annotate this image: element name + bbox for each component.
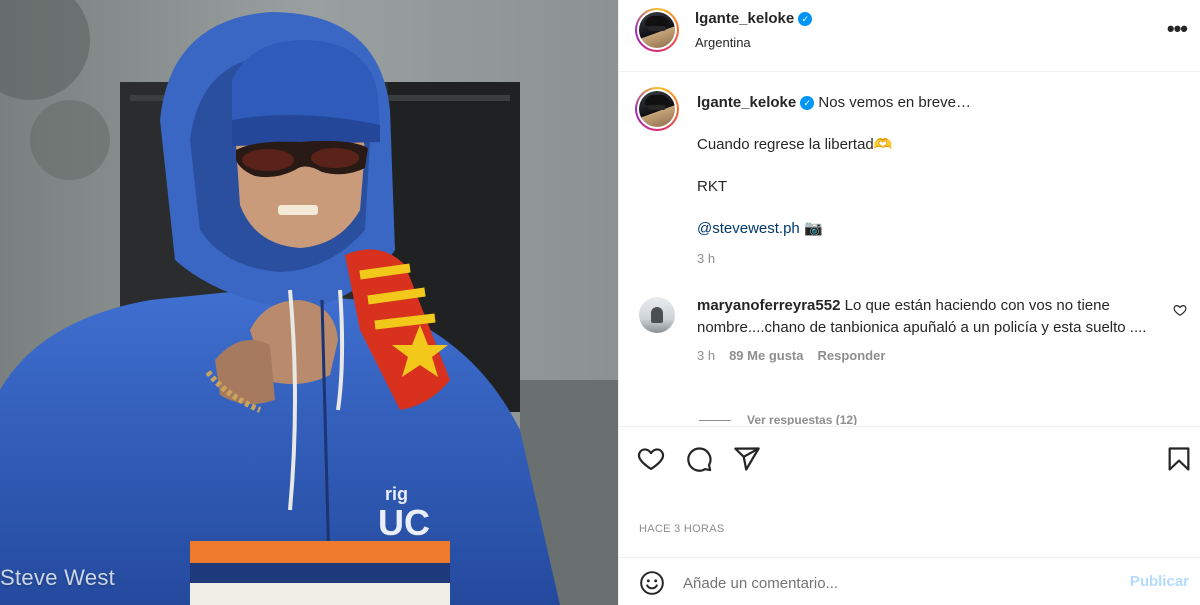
caption-time[interactable]: 3 h (697, 249, 1177, 269)
photo-illustration: rig UC (0, 0, 618, 605)
caption-line-4: @stevewest.ph 📷 (697, 219, 1177, 239)
view-replies-button[interactable]: Ver respuestas (12) (699, 413, 857, 425)
view-replies-label: Ver respuestas (12) (747, 413, 858, 425)
emoji-icon[interactable] (639, 570, 665, 601)
caption-line-3: RKT (697, 178, 727, 195)
verified-badge-icon: ✓ (798, 12, 813, 26)
comment-body: maryanoferreyra552 Lo que están haciendo… (697, 295, 1173, 367)
post-comment-button[interactable]: Publicar (1130, 573, 1189, 590)
photo-watermark: Steve West (0, 565, 116, 590)
post-location[interactable]: Argentina (695, 35, 751, 50)
post-side-panel: lgante_keloke ✓ Argentina ••• lgante_kelo… (618, 0, 1200, 605)
author-username[interactable]: lgante_keloke (695, 10, 794, 27)
caption-avatar[interactable] (635, 87, 679, 131)
commenter-username[interactable]: maryanoferreyra552 (697, 297, 840, 314)
comments-section[interactable]: lgante_keloke ✓ Nos vemos en breve… Cuand… (619, 73, 1200, 425)
comment-like-heart-icon[interactable] (1173, 303, 1187, 322)
caption-text: Nos vemos en breve… (818, 94, 971, 111)
caption-mention-link[interactable]: @stevewest.ph (697, 220, 800, 237)
heart-icon[interactable] (637, 445, 665, 473)
camera-emoji: 📷 (803, 220, 823, 237)
post-header: lgante_keloke ✓ Argentina ••• (619, 0, 1200, 72)
svg-text:UC: UC (378, 502, 430, 543)
bookmark-icon[interactable] (1165, 445, 1193, 473)
caption-username[interactable]: lgante_keloke (697, 94, 796, 111)
comment-icon[interactable] (685, 445, 713, 473)
add-comment-bar: Publicar (619, 557, 1200, 605)
svg-text:rig: rig (385, 484, 408, 504)
comment-meta: 3 h 89 Me gusta Responder (697, 345, 1173, 367)
caption-body: lgante_keloke ✓ Nos vemos en breve… Cuand… (697, 93, 1177, 269)
verified-badge-icon: ✓ (800, 96, 815, 110)
comment-likes[interactable]: 89 Me gusta (729, 348, 803, 363)
replies-divider (699, 420, 731, 422)
author-avatar[interactable] (635, 8, 679, 52)
comment-time[interactable]: 3 h (697, 348, 715, 363)
more-options-icon[interactable]: ••• (1167, 18, 1188, 40)
post-photo[interactable]: rig UC Steve West (0, 0, 618, 605)
share-icon[interactable] (733, 445, 761, 473)
comment-input[interactable] (683, 570, 1103, 596)
comment-reply-button[interactable]: Responder (818, 348, 886, 363)
caption-line-2: Cuando regrese la libertad🫶 (697, 136, 893, 153)
post-actions (619, 426, 1200, 492)
post-date[interactable]: HACE 3 HORAS (639, 523, 725, 535)
author-username-row: lgante_keloke ✓ (695, 10, 813, 27)
commenter-avatar[interactable] (639, 297, 675, 333)
